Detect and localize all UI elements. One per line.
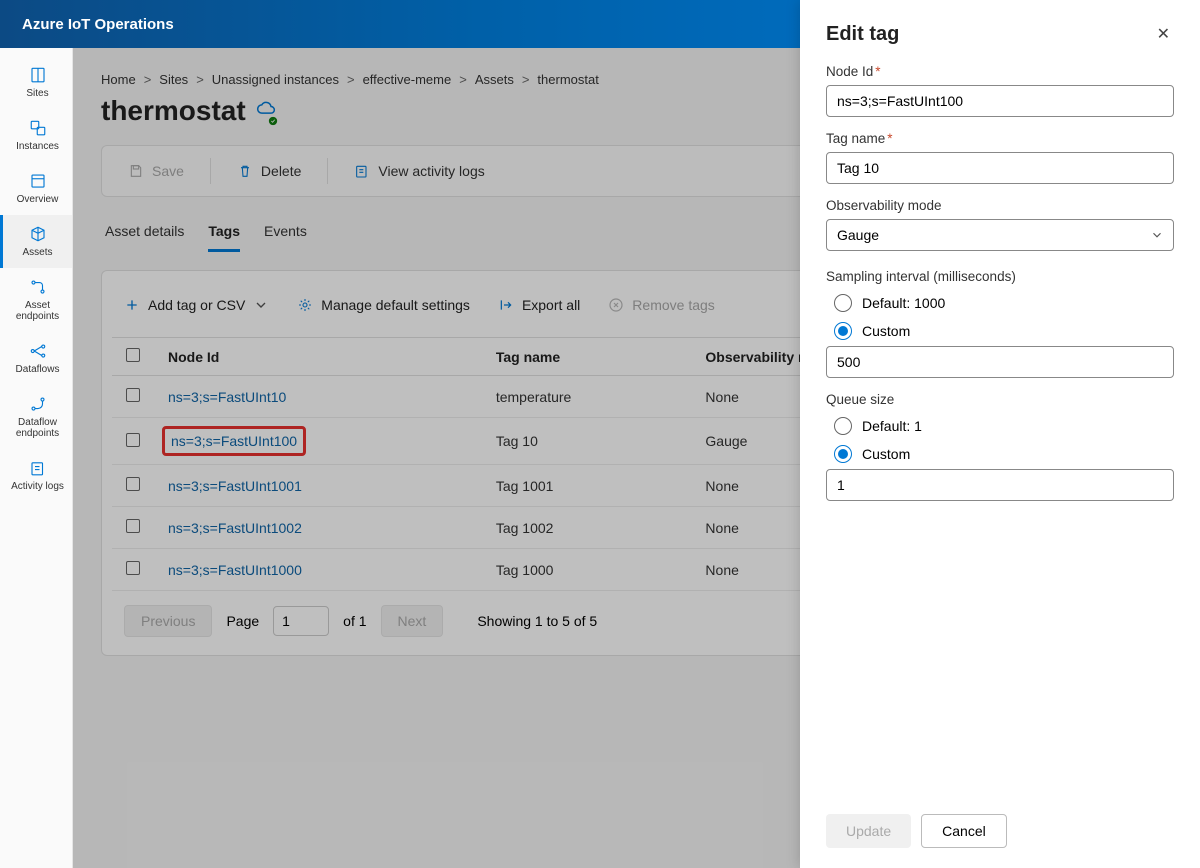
sampling-default-radio[interactable]: Default: 1000 [834,294,1174,312]
view-activity-logs-button[interactable]: View activity logs [344,157,494,185]
queue-label: Queue size [826,392,1174,407]
breadcrumb-assets[interactable]: Assets [475,72,514,87]
obs-mode-label: Observability mode [826,198,1174,213]
dataflow-endpoints-icon [29,395,47,413]
obs-mode-select[interactable] [826,219,1174,251]
queue-custom-radio[interactable]: Custom [834,445,1174,463]
radio-icon [834,294,852,312]
manage-defaults-button[interactable]: Manage default settings [297,297,470,313]
row-checkbox[interactable] [126,388,140,402]
instances-icon [29,119,47,137]
app-title: Azure IoT Operations [22,16,174,33]
row-checkbox[interactable] [126,477,140,491]
breadcrumb-instance[interactable]: effective-meme [363,72,452,87]
sampling-custom-radio[interactable]: Custom [834,322,1174,340]
cloud-synced-icon [256,99,276,124]
page-title: thermostat [101,95,246,127]
assets-icon [29,225,47,243]
radio-checked-icon [834,445,852,463]
tab-tags[interactable]: Tags [208,217,240,252]
breadcrumb-home[interactable]: Home [101,72,136,87]
select-all-checkbox[interactable] [126,348,140,362]
queue-default-radio[interactable]: Default: 1 [834,417,1174,435]
col-node-id[interactable]: Node Id [154,338,482,376]
tag-name-cell: Tag 1001 [482,465,692,507]
tag-name-cell: temperature [482,376,692,418]
sidebar-item-assets[interactable]: Assets [0,215,72,268]
radio-icon [834,417,852,435]
radio-checked-icon [834,322,852,340]
tab-events[interactable]: Events [264,217,307,252]
book-icon [29,66,47,84]
node-id-link[interactable]: ns=3;s=FastUInt1002 [154,507,482,549]
breadcrumb-sites[interactable]: Sites [159,72,188,87]
remove-tags-button: Remove tags [608,297,714,313]
sampling-label: Sampling interval (milliseconds) [826,269,1174,284]
of-label: of 1 [343,613,366,629]
tab-asset-details[interactable]: Asset details [105,217,184,252]
page-input[interactable] [273,606,329,636]
row-checkbox[interactable] [126,519,140,533]
node-id-link[interactable]: ns=3;s=FastUInt1000 [154,549,482,591]
tag-name-cell: Tag 10 [482,418,692,465]
node-id-input[interactable] [826,85,1174,117]
save-button: Save [118,157,194,185]
delete-button[interactable]: Delete [227,157,311,185]
sidebar-item-dataflows[interactable]: Dataflows [0,332,72,385]
sampling-value-input[interactable] [826,346,1174,378]
tag-name-input[interactable] [826,152,1174,184]
update-button: Update [826,814,911,848]
row-checkbox[interactable] [126,433,140,447]
edit-tag-panel: Edit tag ✕ Node Id* Tag name* Observabil… [800,0,1200,868]
overview-icon [29,172,47,190]
queue-value-input[interactable] [826,469,1174,501]
node-id-link[interactable]: ns=3;s=FastUInt1001 [154,465,482,507]
node-id-link[interactable]: ns=3;s=FastUInt10 [154,376,482,418]
close-icon[interactable]: ✕ [1153,20,1174,48]
previous-button: Previous [124,605,212,637]
tag-name-label: Tag name* [826,131,1174,146]
page-label: Page [226,613,259,629]
activity-logs-icon [29,459,47,477]
sidebar-item-instances[interactable]: Instances [0,109,72,162]
tag-name-cell: Tag 1000 [482,549,692,591]
breadcrumb-unassigned[interactable]: Unassigned instances [212,72,339,87]
add-tag-button[interactable]: Add tag or CSV [124,297,269,313]
sidebar-item-overview[interactable]: Overview [0,162,72,215]
next-button: Next [381,605,444,637]
row-checkbox[interactable] [126,561,140,575]
chevron-down-icon [253,297,269,313]
panel-title: Edit tag [826,23,899,46]
sidebar-item-dataflow-endpoints[interactable]: Dataflow endpoints [0,385,72,449]
sidebar-item-asset-endpoints[interactable]: Asset endpoints [0,268,72,332]
cancel-button[interactable]: Cancel [921,814,1007,848]
showing-text: Showing 1 to 5 of 5 [477,613,597,629]
sidebar: Sites Instances Overview Assets Asset en… [0,48,73,868]
endpoints-icon [29,278,47,296]
node-id-link[interactable]: ns=3;s=FastUInt100 [154,418,482,465]
export-all-button[interactable]: Export all [498,297,580,313]
dataflows-icon [29,342,47,360]
tag-name-cell: Tag 1002 [482,507,692,549]
breadcrumb-current: thermostat [537,72,598,87]
sidebar-item-sites[interactable]: Sites [0,56,72,109]
node-id-label: Node Id* [826,64,1174,79]
sidebar-item-activity-logs[interactable]: Activity logs [0,449,72,502]
col-tag-name[interactable]: Tag name [482,338,692,376]
